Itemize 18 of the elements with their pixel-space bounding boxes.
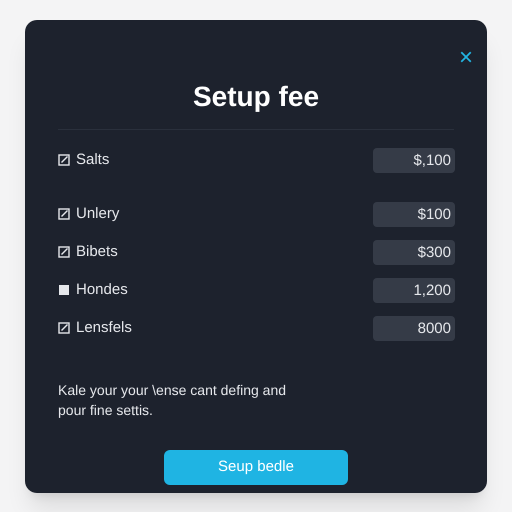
description-text: Kale your your \ense cant defing and pour fine settis.	[58, 381, 288, 420]
item-label: Salts	[76, 150, 110, 170]
checkbox-icon[interactable]	[58, 246, 70, 258]
amount-field[interactable]: $300	[373, 240, 455, 264]
close-button[interactable]: ×	[458, 46, 473, 70]
item-label: Unlery	[76, 204, 120, 224]
amount-field[interactable]: $,100	[373, 148, 455, 172]
filled-square-icon[interactable]	[58, 284, 70, 296]
amount-field[interactable]: $100	[373, 202, 455, 226]
item-label: Lensfels	[76, 318, 132, 338]
item-label: Hondes	[76, 280, 128, 300]
item-label: Bibets	[76, 242, 118, 262]
checkbox-icon[interactable]	[58, 322, 70, 334]
checkbox-icon[interactable]	[58, 154, 70, 166]
checkbox-icon[interactable]	[58, 208, 70, 220]
dialog-title: Setup fee	[192, 80, 320, 114]
amount-field[interactable]: 8000	[373, 316, 455, 340]
amount-field[interactable]: 1,200	[373, 278, 455, 302]
